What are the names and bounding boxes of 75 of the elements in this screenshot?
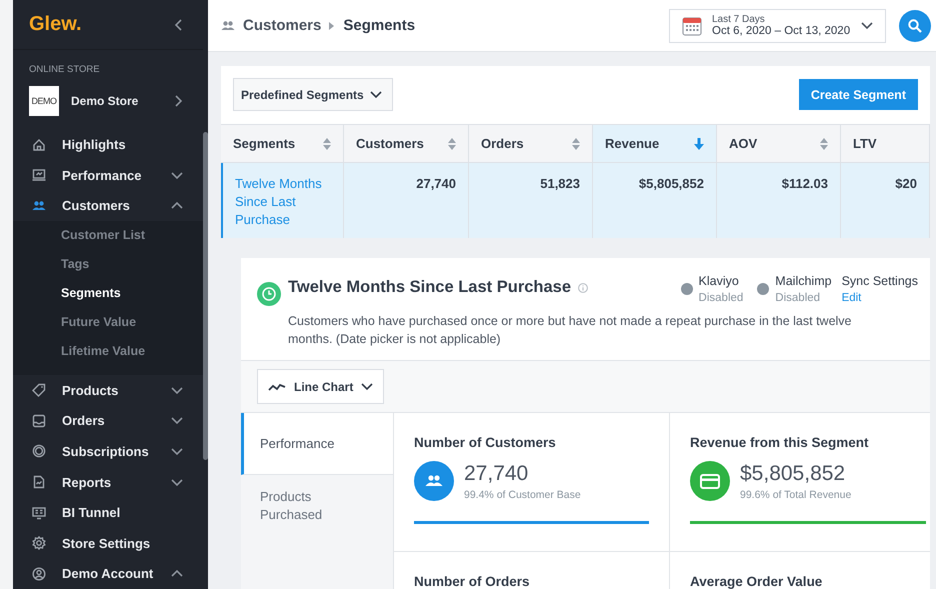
column-header[interactable]: LTV — [841, 125, 930, 163]
caret-right-icon — [329, 22, 336, 30]
metric-note: 99.6% of Total Revenue — [740, 488, 852, 500]
sort-icon — [448, 138, 456, 150]
integration-name: Klaviyo — [698, 274, 740, 288]
section-label: ONLINE STORE — [28, 63, 101, 78]
tab[interactable]: Products Purchased — [241, 475, 393, 537]
nav-item[interactable]: Store Settings — [62, 536, 183, 551]
table-cell: 27,740 — [344, 163, 469, 238]
column-header[interactable]: Revenue — [593, 125, 717, 163]
column-header[interactable]: Customers — [344, 125, 469, 163]
date-range: Oct 6, 2020 – Oct 13, 2020 — [712, 25, 852, 37]
metric-title: Number of Customers — [414, 435, 557, 450]
nav-item[interactable]: Demo Account — [62, 566, 171, 582]
info-icon — [578, 283, 588, 293]
date-range-label: Last 7 Days — [712, 14, 766, 25]
nav-item[interactable]: Orders — [62, 413, 171, 428]
chevron-down-icon — [861, 21, 873, 30]
metric-value: 27,740 — [464, 462, 530, 486]
scrollbar[interactable] — [203, 132, 208, 460]
chevron-left-icon[interactable] — [174, 18, 183, 31]
calendar-icon — [682, 16, 702, 36]
logo: Glew. — [29, 13, 82, 36]
integration-name: Mailchimp — [775, 274, 832, 288]
nav-item[interactable]: Subscriptions — [62, 444, 171, 459]
metric-note: 99.4% of Customer Base — [464, 488, 581, 500]
breadcrumb-item: Segments — [343, 17, 416, 34]
nav-item[interactable]: Highlights — [62, 137, 183, 152]
segment-title: Twelve Months Since Last Purchase — [288, 278, 572, 297]
chevron-down-icon — [361, 382, 374, 391]
table-cell: $5,805,852 — [593, 163, 717, 238]
column-header[interactable]: AOV — [717, 125, 841, 163]
nav-subitem[interactable]: Segments — [13, 279, 203, 308]
chevron-down-icon — [370, 90, 382, 99]
sort-icon — [572, 138, 580, 150]
integration-status: Disabled — [775, 292, 822, 304]
sync-settings-label: Sync Settings — [842, 274, 918, 288]
nav-subitem[interactable]: Customer List — [13, 221, 203, 250]
search-button[interactable] — [899, 10, 931, 42]
metric-value: $5,805,852 — [740, 462, 846, 486]
search-icon — [908, 18, 922, 32]
column-header[interactable]: Orders — [469, 125, 593, 163]
nav-item[interactable]: Performance — [62, 168, 171, 183]
people-icon — [221, 18, 235, 32]
nav-item[interactable]: BI Tunnel — [62, 505, 183, 520]
store-name[interactable]: Demo Store — [71, 94, 174, 108]
sort-icon — [323, 138, 331, 150]
breadcrumb-item[interactable]: Customers — [243, 17, 322, 34]
nav-subitem[interactable]: Tags — [13, 250, 203, 280]
nav-item[interactable]: Reports — [62, 474, 171, 490]
chart-type-dropdown[interactable]: Line Chart — [257, 369, 384, 404]
nav-item[interactable]: Products — [62, 382, 171, 398]
metric-title: Revenue from this Segment — [690, 435, 870, 450]
integration-status: Disabled — [698, 292, 744, 304]
nav-subitem[interactable]: Lifetime Value — [13, 337, 203, 366]
metric-title: Average Order Value — [690, 574, 824, 589]
nav-subitem[interactable]: Future Value — [13, 308, 203, 338]
sort-icon — [820, 138, 828, 150]
tab[interactable]: Performance — [241, 413, 393, 475]
metric-title: Number of Orders — [414, 574, 531, 589]
table-cell: $112.03 — [717, 163, 841, 238]
nav-item[interactable]: Customers — [62, 198, 171, 214]
column-header[interactable]: Segments — [221, 125, 344, 163]
line-chart-icon — [268, 382, 286, 392]
table-cell: $20 — [841, 163, 930, 238]
sort-down-arrow-icon — [694, 138, 704, 150]
segment-description: Customers who have purchased once or more but have not made a repeat purchase in the last twelve months. (Date picker is not applicable) — [288, 313, 853, 348]
segment-filter-dropdown[interactable]: Predefined Segments — [233, 78, 393, 111]
store-logo: DEMO — [29, 86, 59, 116]
status-dot — [757, 283, 770, 295]
table-cell: 51,823 — [469, 163, 593, 238]
clock-icon — [257, 282, 281, 306]
status-dot — [680, 283, 693, 295]
date-picker[interactable]: Last 7 Days Oct 6, 2020 – Oct 13, 2020 — [669, 8, 886, 42]
chevron-right-icon — [174, 95, 183, 108]
